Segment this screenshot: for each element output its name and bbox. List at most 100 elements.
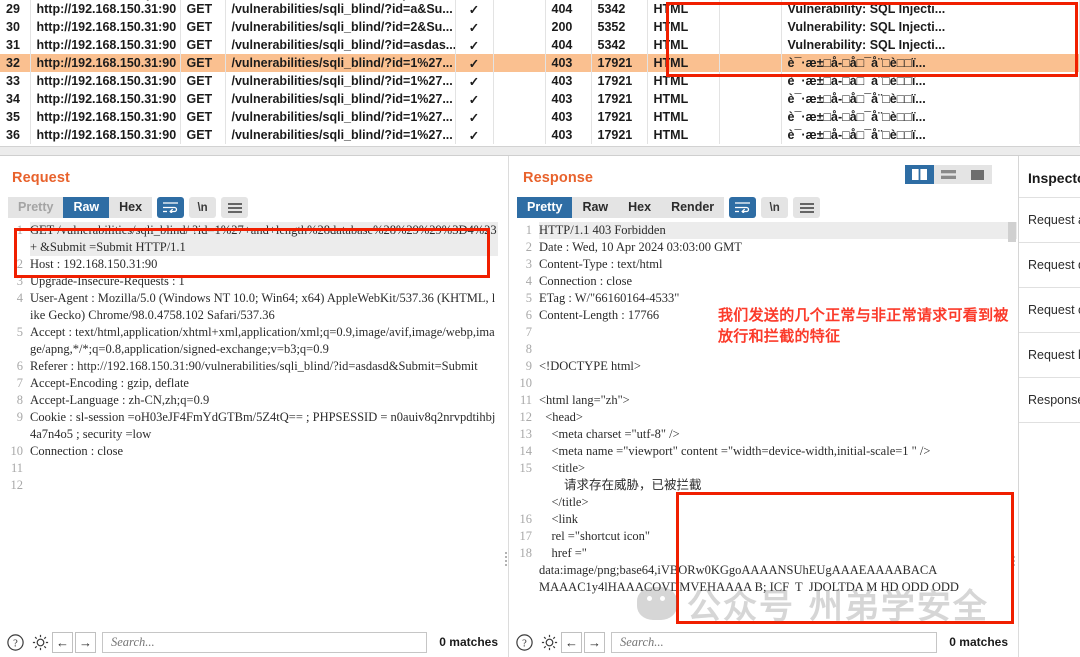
http-history-table[interactable]: http://192.168.150.31:90 /vulnerabilitie… xyxy=(0,0,1080,156)
search-input[interactable] xyxy=(618,633,931,651)
inspector-row-4[interactable]: Response headers xyxy=(1019,377,1080,422)
svg-text:?: ? xyxy=(13,638,18,649)
cell-url: /vulnerabilities/sqli_blind/?id=1%27... xyxy=(225,126,456,144)
cell-host: http://192.168.150.31:90 xyxy=(30,108,181,126)
cell-mime: HTML xyxy=(647,126,720,144)
prev-match-icon[interactable]: ← xyxy=(561,631,582,653)
menu-icon[interactable] xyxy=(793,197,821,218)
prev-match-icon[interactable]: ← xyxy=(52,631,73,653)
tab-response-hex[interactable]: Hex xyxy=(618,197,662,218)
table-row[interactable]: 36 http://192.168.150.31:90 GET/vulnerabil… xyxy=(0,126,1080,144)
layout-toggle-group xyxy=(905,165,992,184)
match-count: 0 matches xyxy=(439,635,498,649)
search-input-wrapper[interactable] xyxy=(611,631,938,653)
history-rows-table: 29 http://192.168.150.31:90 GET/vulnerabil… xyxy=(0,0,1080,144)
split-vertical-icon[interactable] xyxy=(905,165,934,184)
cell-edited xyxy=(493,54,546,72)
search-input[interactable] xyxy=(109,633,421,651)
response-panel: Response Pretty Raw Hex Render \n 1 HTTP… xyxy=(509,156,1018,627)
line-number: 12 xyxy=(10,478,24,492)
newline-icon[interactable]: \n xyxy=(189,197,217,218)
code-line: 4 Connection : close xyxy=(517,273,1017,290)
gear-icon[interactable] xyxy=(539,632,559,652)
line-text: Accept : text/html,application/xhtml+xml… xyxy=(30,325,495,356)
split-horizontal-icon[interactable] xyxy=(934,165,963,184)
line-number: 8 xyxy=(525,342,532,356)
annotation-text-response: 我们发送的几个正常与非正常请求可看到被放行和拦截的特征 xyxy=(718,306,1009,345)
line-number: 9 xyxy=(525,359,532,373)
code-line: 8 Accept-Language : zh-CN,zh;q=0.9 xyxy=(8,392,498,409)
code-line: 9 <!DOCTYPE html> xyxy=(517,358,1017,375)
cell-mime: HTML xyxy=(647,18,720,36)
response-body-code[interactable]: 1 HTTP/1.1 403 Forbidden 2 Date : Wed, 10 A… xyxy=(517,222,1017,627)
line-number: 3 xyxy=(16,274,23,288)
gear-icon[interactable] xyxy=(30,632,50,652)
cell-title: è¯·æ±□å-□å□¯å¨□è□□ï... xyxy=(781,108,1080,126)
table-row[interactable]: 35 http://192.168.150.31:90 GET/vulnerabil… xyxy=(0,108,1080,126)
code-line: 6 Referer : http://192.168.150.31:90/vuln… xyxy=(8,358,498,375)
cell-id: 35 xyxy=(0,108,31,126)
next-match-icon[interactable]: → xyxy=(75,631,96,653)
tab-response-raw[interactable]: Raw xyxy=(572,197,619,218)
word-wrap-icon[interactable] xyxy=(729,197,757,218)
inspector-row-1[interactable]: Request query parameters xyxy=(1019,242,1080,287)
cell-length: 5352 xyxy=(591,18,648,36)
request-panel: Request Pretty Raw Hex \n 1 GET /vulnerab… xyxy=(0,156,508,627)
response-drag-dots[interactable] xyxy=(1011,554,1016,568)
tab-request-pretty[interactable]: Pretty xyxy=(8,197,64,218)
inspector-row-0[interactable]: Request attributes xyxy=(1019,197,1080,242)
cell-id: 36 xyxy=(0,126,31,144)
table-row[interactable]: 34 http://192.168.150.31:90 GET/vulnerabil… xyxy=(0,90,1080,108)
tab-request-hex[interactable]: Hex xyxy=(109,197,153,218)
code-line: 12 xyxy=(8,477,498,494)
cell-length: 17921 xyxy=(591,90,648,108)
single-pane-icon[interactable] xyxy=(963,165,992,184)
cell-length: 17921 xyxy=(591,108,648,126)
code-line: 1 HTTP/1.1 403 Forbidden xyxy=(517,222,1017,239)
line-text: href =" data:image/png;base64,iVBORw0KGg… xyxy=(539,546,959,594)
table-row[interactable]: 32 http://192.168.150.31:90 GET/vulnerabil… xyxy=(0,54,1080,72)
line-text: Connection : close xyxy=(539,274,633,288)
cell-host: http://192.168.150.31:90 xyxy=(30,90,181,108)
cell-method: GET xyxy=(180,126,226,144)
inspector-divider-bottom xyxy=(1019,422,1080,423)
search-input-wrapper[interactable] xyxy=(102,631,428,653)
tab-response-pretty[interactable]: Pretty xyxy=(517,197,573,218)
line-text: Content-Type : text/html xyxy=(539,257,663,271)
next-match-icon[interactable]: → xyxy=(584,631,605,653)
request-body-code[interactable]: 1 GET /vulnerabilities/sqli_blind/ ?id=1%… xyxy=(8,222,498,627)
inspector-panel: Inspector Request attributesRequest quer… xyxy=(1019,156,1080,627)
line-number: 10 xyxy=(519,376,533,390)
cell-title: Vulnerability: SQL Injecti... xyxy=(781,36,1080,54)
panel-divider-handle[interactable] xyxy=(503,550,509,572)
cell-mime: HTML xyxy=(647,36,720,54)
line-text: <html lang="zh"> xyxy=(539,393,630,407)
inspector-row-3[interactable]: Request headers xyxy=(1019,332,1080,377)
response-scroll-thumb[interactable] xyxy=(1008,222,1016,242)
line-number: 10 xyxy=(10,444,24,458)
newline-icon[interactable]: \n xyxy=(761,197,789,218)
line-text: Accept-Encoding : gzip, deflate xyxy=(30,376,189,390)
partial-top-row: http://192.168.150.31:90 /vulnerabilitie… xyxy=(0,0,1080,4)
help-icon[interactable]: ? xyxy=(514,632,534,652)
table-row[interactable]: 30 http://192.168.150.31:90 GET/vulnerabil… xyxy=(0,18,1080,36)
menu-icon[interactable] xyxy=(221,197,249,218)
cell-title: è¯·æ±□å-□å□¯å¨□è□□ï... xyxy=(781,72,1080,90)
code-line: 16 <link xyxy=(517,511,1017,528)
cell-method: GET xyxy=(180,108,226,126)
tab-request-raw[interactable]: Raw xyxy=(63,197,110,218)
inspector-row-2[interactable]: Request cookies xyxy=(1019,287,1080,332)
history-horizontal-scrollbar[interactable] xyxy=(0,146,1080,156)
cell-params: ✓ xyxy=(455,72,494,90)
table-row[interactable]: 31 http://192.168.150.31:90 GET/vulnerabil… xyxy=(0,36,1080,54)
cell-ext xyxy=(719,18,782,36)
help-icon[interactable]: ? xyxy=(5,632,25,652)
code-line: 13 <meta charset ="utf-8" /> xyxy=(517,426,1017,443)
line-number: 6 xyxy=(16,359,23,373)
cell-url: /vulnerabilities/sqli_blind/?id=1%27... xyxy=(225,54,456,72)
code-line: 3 Upgrade-Insecure-Requests : 1 xyxy=(8,273,498,290)
table-row[interactable]: 33 http://192.168.150.31:90 GET/vulnerabil… xyxy=(0,72,1080,90)
word-wrap-icon[interactable] xyxy=(157,197,185,218)
tab-response-render[interactable]: Render xyxy=(661,197,725,218)
line-number: 5 xyxy=(16,325,23,339)
